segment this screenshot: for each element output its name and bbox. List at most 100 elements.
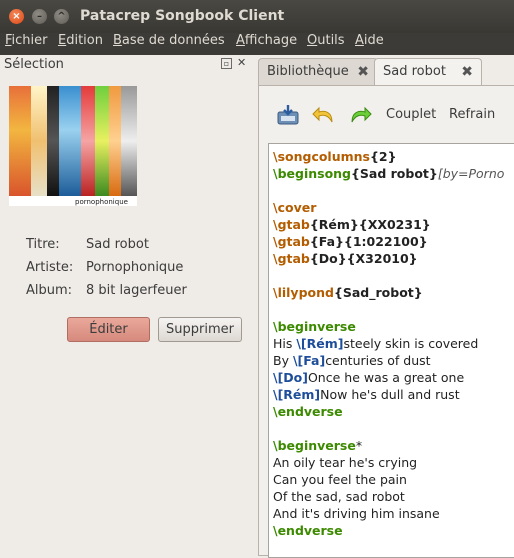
edit-button[interactable]: Éditer xyxy=(67,317,150,342)
editor-token: {Sad robot} xyxy=(351,166,438,181)
close-window-button[interactable]: × xyxy=(9,9,24,24)
editor-line: \beginverse xyxy=(273,318,356,335)
selection-panel-title: Sélection xyxy=(4,57,64,72)
editor-line: \cover xyxy=(273,199,316,216)
menu-item-0[interactable]: Fichier xyxy=(5,33,48,49)
menu-mnemonic: O xyxy=(307,33,318,48)
editor-line: An oily tear he's crying xyxy=(273,454,417,471)
editor-token: [by=Porno xyxy=(437,166,505,181)
menu-mnemonic: E xyxy=(58,33,67,48)
editor-line: Of the sad, sad robot xyxy=(273,488,405,505)
title-bar: × – ^ Patacrep Songbook Client xyxy=(0,0,514,33)
editor-token: {2} xyxy=(370,149,397,164)
song-source-editor[interactable]: \songcolumns{2} \beginsong{Sad robot}[by=… xyxy=(268,143,514,558)
menu-item-3[interactable]: Affichage xyxy=(236,33,297,49)
field-value: Pornophonique xyxy=(86,260,184,275)
editor-line: By \[Fa]centuries of dust xyxy=(273,352,431,369)
editor-token: And it's driving him insane xyxy=(273,506,440,521)
album-cover-image: pornophonique xyxy=(9,86,137,206)
editor-token: \lilypond xyxy=(273,285,334,300)
field-label: Titre: xyxy=(26,237,60,252)
editor-token: \beginverse xyxy=(273,319,356,334)
close-panel-icon[interactable]: ✕ xyxy=(237,57,246,68)
redo-icon[interactable] xyxy=(348,104,372,126)
tab-bar: Bibliothèque ✖ Sad robot ✖ xyxy=(256,55,514,87)
editor-token: Of the sad, sad robot xyxy=(273,489,405,504)
editor-token: \gtab xyxy=(273,251,310,266)
field-label: Album: xyxy=(26,283,73,298)
tab-song-label: Sad robot xyxy=(383,64,446,79)
menu-item-2[interactable]: Base de données xyxy=(113,33,225,49)
delete-button[interactable]: Supprimer xyxy=(158,317,242,342)
field-label: Artiste: xyxy=(26,260,74,275)
editor-token: By xyxy=(273,353,293,368)
editor-line: Can you feel the pain xyxy=(273,471,407,488)
editor-line: \endverse xyxy=(273,403,343,420)
cover-caption: pornophonique xyxy=(75,198,128,206)
menu-mnemonic: B xyxy=(113,33,122,48)
undo-icon[interactable] xyxy=(312,104,336,126)
close-tab-icon[interactable]: ✖ xyxy=(357,59,369,85)
save-icon[interactable] xyxy=(276,104,300,126)
editor-token: \gtab xyxy=(273,234,310,249)
menu-bar: Fichier Edition Base de données Affichage Ou… xyxy=(0,33,514,55)
editor-line: \gtab{Fa}{1:022100} xyxy=(273,233,428,250)
editor-token: \[Rém] xyxy=(296,336,344,351)
menu-mnemonic: A xyxy=(355,33,364,48)
menu-mnemonic: A xyxy=(236,33,245,48)
editor-token: \beginsong xyxy=(273,166,351,181)
verse-button[interactable]: Couplet xyxy=(386,107,436,122)
editor-token: \endverse xyxy=(273,523,343,538)
editor-panel: Bibliothèque ✖ Sad robot ✖ Couplet Refra… xyxy=(256,55,514,558)
menu-item-1[interactable]: Edition xyxy=(58,33,103,49)
selection-panel: Sélection ▫ ✕ pornophonique Titre: Sad ro… xyxy=(0,55,252,554)
editor-token: {Sad_robot} xyxy=(333,285,423,300)
menu-item-5[interactable]: Aide xyxy=(355,33,384,49)
editor-token: \endverse xyxy=(273,404,343,419)
field-value: 8 bit lagerfeuer xyxy=(86,283,187,298)
editor-token: {Fa}{1:022100} xyxy=(309,234,428,249)
minimize-window-button[interactable]: – xyxy=(32,9,47,24)
editor-token: Now he's dull and rust xyxy=(320,387,460,402)
editor-line: \gtab{Do}{X32010} xyxy=(273,250,418,267)
tab-song[interactable]: Sad robot ✖ xyxy=(374,58,482,87)
maximize-window-button[interactable]: ^ xyxy=(54,9,69,24)
editor-token: {Rém}{XX0231} xyxy=(309,217,431,232)
editor-token: \beginverse xyxy=(273,438,356,453)
editor-token: {Do}{X32010} xyxy=(309,251,418,266)
editor-token: centuries of dust xyxy=(325,353,431,368)
editor-line: \lilypond{Sad_robot} xyxy=(273,284,423,301)
editor-line: \beginverse* xyxy=(273,437,362,454)
menu-item-4[interactable]: Outils xyxy=(307,33,345,49)
editor-token: \songcolumns xyxy=(273,149,370,164)
editor-line: \gtab{Rém}{XX0231} xyxy=(273,216,431,233)
chorus-button[interactable]: Refrain xyxy=(449,107,495,122)
editor-token: Once he was a great one xyxy=(307,370,465,385)
tab-library-label: Bibliothèque xyxy=(267,64,349,79)
editor-token: Can you feel the pain xyxy=(273,472,407,487)
editor-toolbar: Couplet Refrain xyxy=(259,86,514,141)
song-editor-frame: Couplet Refrain \songcolumns{2} \beginson… xyxy=(258,85,514,558)
editor-token: steely skin is covered xyxy=(343,336,479,351)
editor-token: His xyxy=(273,336,297,351)
window-title: Patacrep Songbook Client xyxy=(80,8,285,24)
editor-line: \[Do]Once he was a great one xyxy=(273,369,464,386)
float-panel-icon[interactable]: ▫ xyxy=(221,58,232,69)
editor-line: And it's driving him insane xyxy=(273,505,440,522)
tab-library[interactable]: Bibliothèque ✖ xyxy=(258,58,378,86)
editor-line: \[Rém]Now he's dull and rust xyxy=(273,386,460,403)
editor-token: \gtab xyxy=(273,217,310,232)
editor-token: \[Fa] xyxy=(292,353,326,368)
field-value: Sad robot xyxy=(86,237,149,252)
editor-token: An oily tear he's crying xyxy=(273,455,418,470)
editor-line: \songcolumns{2} xyxy=(273,148,397,165)
close-tab-icon[interactable]: ✖ xyxy=(461,59,473,85)
editor-token: * xyxy=(355,438,363,453)
editor-token: \cover xyxy=(273,200,317,215)
menu-mnemonic: F xyxy=(5,33,12,48)
editor-line: \beginsong{Sad robot}[by=Porno xyxy=(273,165,504,182)
editor-token: \[Rém] xyxy=(273,387,321,402)
editor-line: His \[Rém]steely skin is covered xyxy=(273,335,478,352)
editor-line: \endverse xyxy=(273,522,343,539)
editor-token: \[Do] xyxy=(273,370,308,385)
